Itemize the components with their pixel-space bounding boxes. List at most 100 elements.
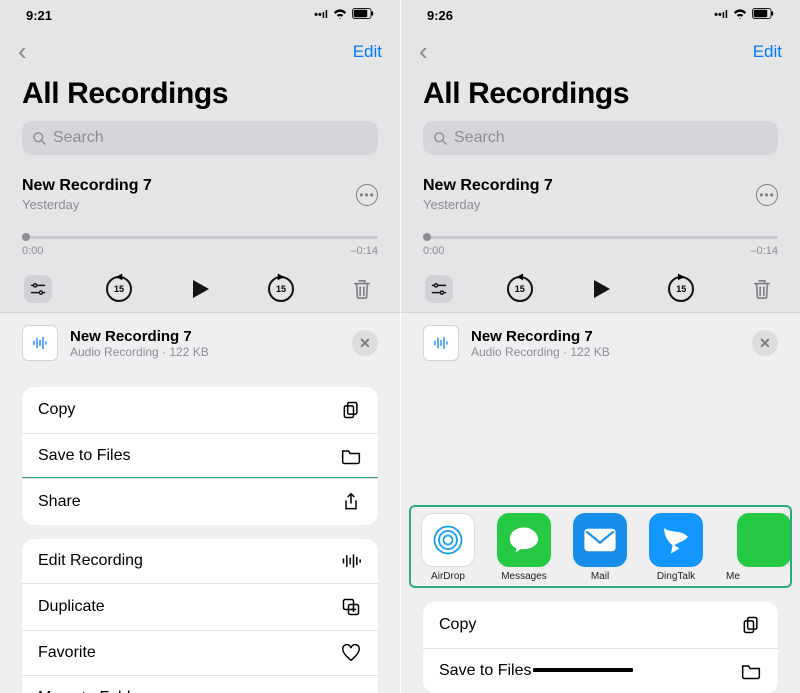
recording-row[interactable]: New Recording 7 Yesterday •••: [0, 167, 400, 216]
share-file-info: New Recording 7 Audio Recording · 122 KB…: [401, 313, 800, 373]
airdrop-icon: [430, 522, 466, 558]
skip-back-button[interactable]: 15: [105, 275, 133, 303]
edit-recording-action[interactable]: Edit Recording: [22, 539, 378, 583]
duplicate-icon: [340, 597, 362, 617]
waveform-icon: [340, 552, 362, 570]
delete-button[interactable]: [748, 275, 776, 303]
app-label: Me: [719, 571, 747, 582]
skip-fwd-button[interactable]: 15: [267, 275, 295, 303]
trash-icon: [752, 278, 772, 300]
file-thumb: [22, 325, 58, 361]
trash-icon: [352, 278, 372, 300]
recording-subtitle: Yesterday: [22, 197, 152, 212]
page-title: All Recordings: [401, 73, 800, 121]
folder-icon: [340, 447, 362, 465]
copy-action[interactable]: Copy: [22, 387, 378, 433]
messages-icon: [507, 525, 541, 555]
app-mail[interactable]: Mail: [567, 513, 633, 582]
app-partial[interactable]: Me: [719, 513, 747, 582]
app-label: AirDrop: [415, 571, 481, 582]
share-file-sub: Audio Recording · 122 KB: [70, 345, 209, 359]
menu-label: Save to Files: [439, 662, 531, 679]
play-button[interactable]: [587, 275, 615, 303]
screenshot-left: 9:21 ••ıl ‹ Edit All Recordings Search N…: [0, 0, 400, 693]
more-button[interactable]: •••: [356, 184, 378, 206]
app-dingtalk[interactable]: DingTalk: [643, 513, 709, 582]
wifi-icon: [733, 9, 747, 22]
dingtalk-icon: [659, 523, 693, 557]
favorite-action[interactable]: Favorite: [22, 630, 378, 675]
status-time: 9:26: [427, 8, 453, 23]
app-label: Mail: [567, 571, 633, 582]
status-icons: ••ıl: [314, 8, 374, 22]
app-label: DingTalk: [643, 571, 709, 582]
play-button[interactable]: [186, 275, 214, 303]
file-thumb: [423, 325, 459, 361]
menu-label: Copy: [38, 401, 75, 419]
skip-back-button[interactable]: 15: [506, 275, 534, 303]
delete-button[interactable]: [348, 275, 376, 303]
copy-action[interactable]: Copy: [423, 602, 778, 648]
close-button[interactable]: ✕: [752, 330, 778, 356]
share-apps-row[interactable]: AirDrop Messages Mail DingTalk Me: [409, 505, 792, 588]
menu-label: Move to Folder: [38, 689, 145, 693]
mail-icon: [582, 527, 618, 553]
back-button[interactable]: ‹: [18, 36, 27, 67]
share-file-info: New Recording 7 Audio Recording · 122 KB…: [0, 313, 400, 373]
duplicate-action[interactable]: Duplicate: [22, 583, 378, 630]
screenshot-right: 9:26 ••ıl ‹ Edit All Recordings Search N…: [400, 0, 800, 693]
edit-button[interactable]: Edit: [753, 42, 782, 62]
sliders-icon: [431, 281, 447, 297]
play-icon: [589, 277, 613, 301]
seek-slider[interactable]: 0:00 –0:14: [423, 236, 778, 257]
share-file-name: New Recording 7: [70, 328, 209, 345]
recording-subtitle: Yesterday: [423, 197, 553, 212]
folder-icon: [740, 662, 762, 680]
status-bar: 9:26 ••ıl: [401, 0, 800, 30]
wifi-icon: [333, 9, 347, 22]
share-file-sub: Audio Recording · 122 KB: [471, 345, 610, 359]
play-icon: [188, 277, 212, 301]
nav-bar: ‹ Edit: [0, 30, 400, 73]
seek-slider[interactable]: 0:00 –0:14: [22, 236, 378, 257]
adjust-button[interactable]: [425, 275, 453, 303]
recording-name: New Recording 7: [22, 177, 152, 195]
search-input[interactable]: Search: [22, 121, 378, 155]
share-file-name: New Recording 7: [471, 328, 610, 345]
seek-end: –0:14: [350, 245, 378, 257]
menu-label: Copy: [439, 616, 476, 634]
search-icon: [32, 131, 47, 146]
edit-button[interactable]: Edit: [353, 42, 382, 62]
skip-fwd-button[interactable]: 15: [667, 275, 695, 303]
save-to-files-action[interactable]: Save to Files: [423, 648, 778, 693]
app-label: Messages: [491, 571, 557, 582]
sliders-icon: [30, 281, 46, 297]
app-messages[interactable]: Messages: [491, 513, 557, 582]
signal-icon: ••ıl: [714, 9, 728, 21]
copy-icon: [740, 615, 762, 635]
menu-label: Duplicate: [38, 598, 105, 616]
close-icon: ✕: [759, 335, 771, 352]
page-title: All Recordings: [0, 73, 400, 121]
more-button[interactable]: •••: [756, 184, 778, 206]
recording-row[interactable]: New Recording 7 Yesterday •••: [401, 167, 800, 216]
seek-end: –0:14: [750, 245, 778, 257]
seek-start: 0:00: [423, 245, 444, 257]
app-airdrop[interactable]: AirDrop: [415, 513, 481, 582]
seek-start: 0:00: [22, 245, 43, 257]
waveform-icon: [31, 334, 49, 352]
close-button[interactable]: ✕: [352, 330, 378, 356]
close-icon: ✕: [359, 335, 371, 352]
move-to-folder-action[interactable]: Move to Folder: [22, 675, 378, 693]
share-icon: [340, 492, 362, 512]
menu-label: Edit Recording: [38, 552, 143, 570]
adjust-button[interactable]: [24, 275, 52, 303]
waveform-icon: [432, 334, 450, 352]
battery-icon: [352, 8, 374, 22]
signal-icon: ••ıl: [314, 9, 328, 21]
recording-name: New Recording 7: [423, 177, 553, 195]
search-input[interactable]: Search: [423, 121, 778, 155]
back-button[interactable]: ‹: [419, 36, 428, 67]
save-to-files-action[interactable]: Save to Files: [22, 433, 378, 478]
share-action[interactable]: Share: [22, 478, 378, 525]
